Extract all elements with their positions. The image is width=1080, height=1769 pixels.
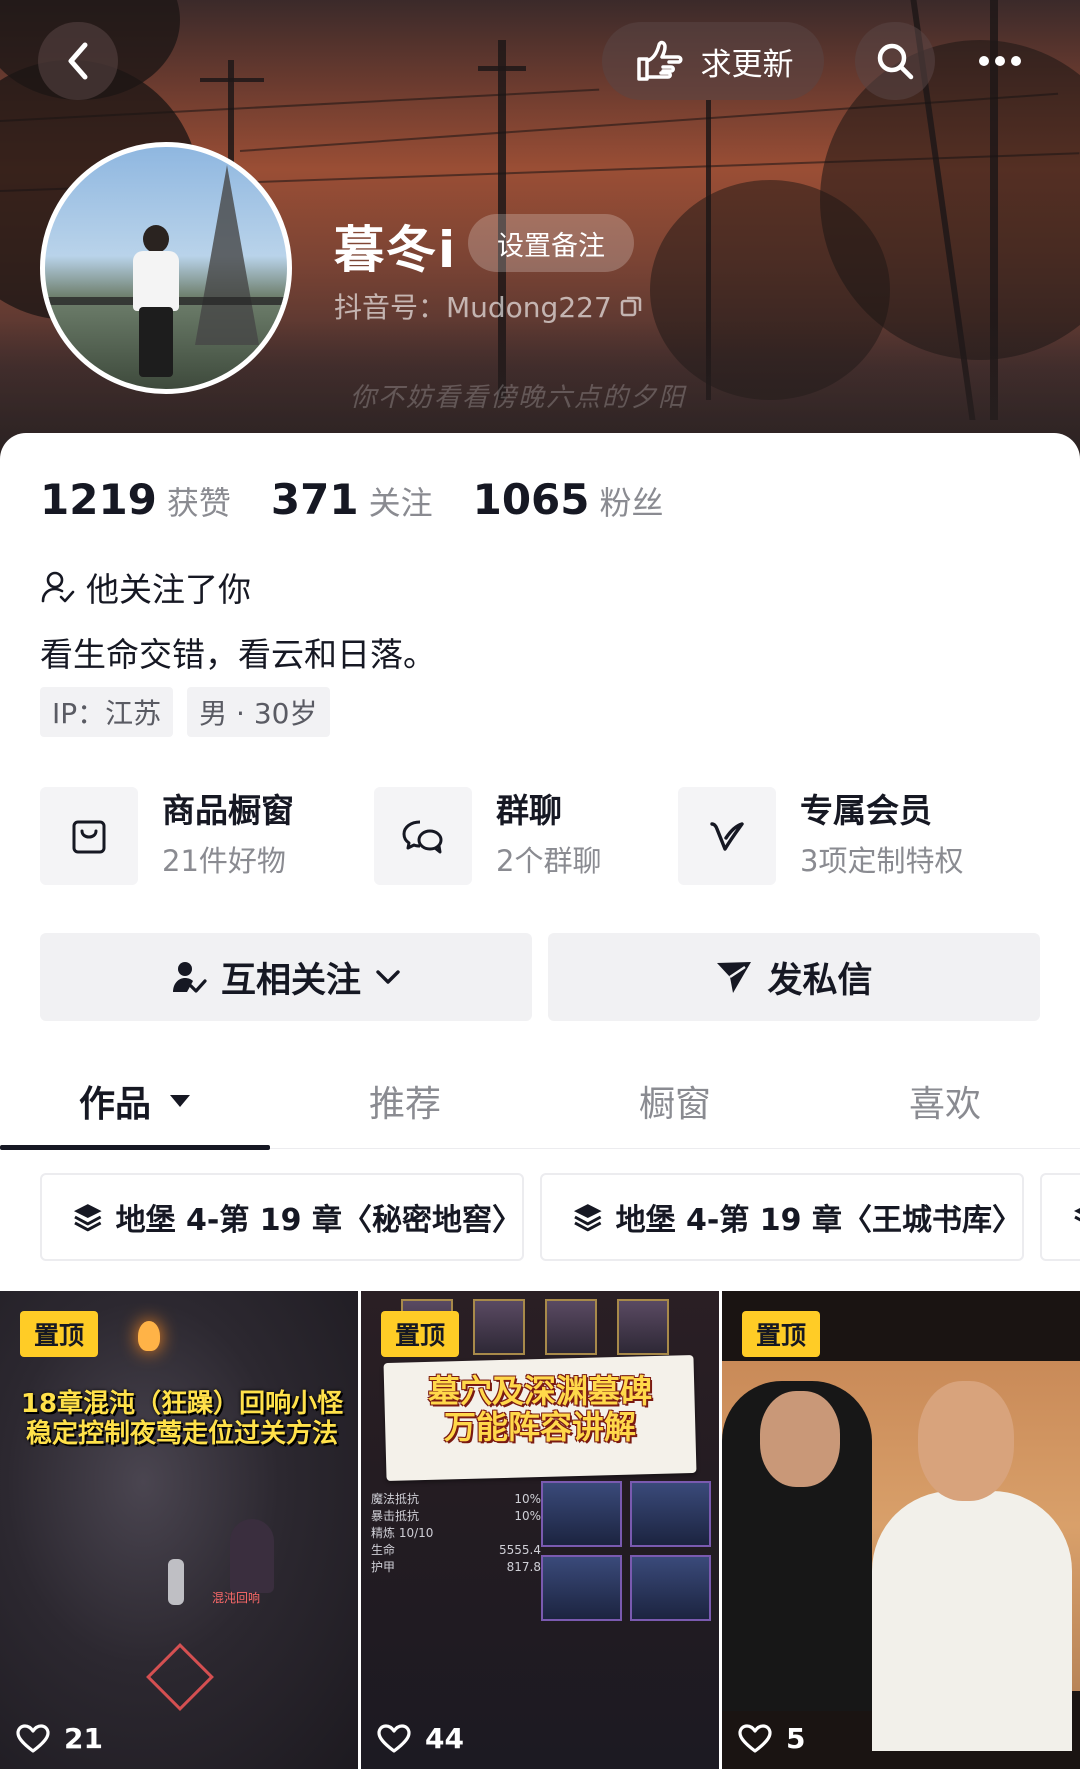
stat-following[interactable]: 371 关注 bbox=[271, 475, 433, 524]
layers-icon bbox=[573, 1204, 602, 1232]
video-thumbnail[interactable]: 混沌回响 18章混沌（狂躁）回响小怪 稳定控制夜莺走位过关方法 置顶 21 bbox=[0, 1291, 358, 1769]
vip-v-icon-box bbox=[678, 787, 776, 885]
search-button[interactable] bbox=[855, 22, 935, 100]
pinned-badge: 置顶 bbox=[381, 1311, 459, 1357]
stat-followers-count: 1065 bbox=[472, 475, 590, 524]
layers-icon bbox=[73, 1204, 102, 1232]
send-plane-icon bbox=[717, 962, 752, 993]
stat-followers-label: 粉丝 bbox=[599, 484, 664, 522]
more-button[interactable] bbox=[960, 22, 1040, 100]
profile-sheet: 1219 获赞 371 关注 1065 粉丝 他关注了你 看生命交错，看云和日落… bbox=[0, 433, 1080, 1769]
tab-active-underline bbox=[0, 1145, 270, 1150]
follows-you-text: 他关注了你 bbox=[86, 570, 251, 609]
vip-v-icon bbox=[710, 822, 744, 851]
service-vip[interactable]: 专属会员 3项定制特权 bbox=[678, 786, 963, 886]
chat-bubbles-icon-box bbox=[374, 787, 472, 885]
tab-works-label: 作品 bbox=[78, 1084, 151, 1125]
stat-following-count: 371 bbox=[270, 475, 359, 524]
mutual-follow-label: 互相关注 bbox=[220, 960, 361, 1001]
chat-bubbles-icon bbox=[402, 820, 443, 854]
heart-icon bbox=[377, 1723, 411, 1753]
user-check-icon bbox=[172, 962, 207, 993]
video-likes: 44 bbox=[377, 1722, 464, 1755]
set-remark-button[interactable]: 设置备注 bbox=[468, 214, 634, 272]
tab-recommend[interactable]: 推荐 bbox=[270, 1053, 540, 1149]
services-row: 商品橱窗 21件好物 群聊 2个群聊 专属会员 3项定制特权 bbox=[40, 786, 1040, 886]
pinned-badge: 置顶 bbox=[20, 1311, 98, 1357]
send-message-button[interactable]: 发私信 bbox=[548, 933, 1040, 1021]
douyin-id[interactable]: 抖音号：Mudong227 bbox=[334, 286, 642, 326]
tab-shop-window[interactable]: 橱窗 bbox=[540, 1053, 810, 1149]
collection-chip-label: 地堡 4-第 19 章〈秘密地窖〉 bbox=[115, 1203, 522, 1238]
cover-caption: 你不妨看看傍晚六点的夕阳 bbox=[350, 383, 687, 413]
follows-you-indicator: 他关注了你 bbox=[40, 563, 251, 611]
video-likes-count: 5 bbox=[786, 1722, 806, 1755]
video-likes-count: 21 bbox=[64, 1722, 103, 1755]
service-shop-window-sub: 21件好物 bbox=[162, 844, 286, 878]
gender-age-tag: 男 · 30岁 bbox=[187, 687, 330, 737]
service-group-chat-title: 群聊 bbox=[496, 791, 562, 830]
pointing-hand-icon bbox=[636, 40, 683, 81]
stat-following-label: 关注 bbox=[368, 484, 433, 522]
collection-chip-overflow[interactable] bbox=[1040, 1173, 1080, 1261]
video-title: 18章混沌（狂躁）回响小怪 稳定控制夜莺走位过关方法 bbox=[20, 1389, 344, 1449]
layers-icon bbox=[1074, 1208, 1080, 1222]
service-vip-sub: 3项定制特权 bbox=[800, 844, 964, 878]
service-group-chat[interactable]: 群聊 2个群聊 bbox=[374, 786, 601, 886]
tab-works[interactable]: 作品 bbox=[0, 1053, 270, 1150]
douyin-id-text: 抖音号：Mudong227 bbox=[334, 291, 612, 324]
request-update-button[interactable]: 求更新 bbox=[602, 22, 824, 100]
more-dots-icon bbox=[979, 56, 1021, 66]
mutual-follow-button[interactable]: 互相关注 bbox=[40, 933, 532, 1021]
collection-chip[interactable]: 地堡 4-第 19 章〈王城书库〉 bbox=[540, 1173, 1024, 1261]
collection-chip[interactable]: 地堡 4-第 19 章〈秘密地窖〉 bbox=[40, 1173, 524, 1261]
copy-icon[interactable] bbox=[620, 295, 642, 317]
service-shop-window-title: 商品橱窗 bbox=[162, 791, 294, 830]
video-grid: 混沌回响 18章混沌（狂躁）回响小怪 稳定控制夜莺走位过关方法 置顶 21 墓穴… bbox=[0, 1291, 1080, 1769]
stat-likes[interactable]: 1219 获赞 bbox=[40, 475, 231, 524]
user-follow-icon bbox=[41, 571, 75, 603]
shopping-bag-icon-box bbox=[40, 787, 138, 885]
video-likes: 5 bbox=[738, 1722, 805, 1755]
shopping-bag-icon bbox=[72, 820, 106, 854]
service-group-chat-sub: 2个群聊 bbox=[496, 844, 602, 878]
heart-icon bbox=[16, 1723, 50, 1753]
profile-tags: IP：江苏 男 · 30岁 bbox=[40, 687, 330, 737]
avatar[interactable] bbox=[40, 142, 292, 394]
stat-likes-count: 1219 bbox=[40, 475, 157, 524]
collections-row: 地堡 4-第 19 章〈秘密地窖〉 地堡 4-第 19 章〈王城书库〉 bbox=[40, 1173, 1080, 1261]
service-vip-title: 专属会员 bbox=[800, 791, 932, 830]
stat-followers[interactable]: 1065 粉丝 bbox=[473, 475, 664, 524]
chevron-left-icon bbox=[68, 42, 88, 80]
chevron-down-icon bbox=[376, 970, 400, 984]
ip-tag: IP：江苏 bbox=[40, 687, 174, 737]
content-tabs: 作品 推荐 橱窗 喜欢 bbox=[0, 1053, 1080, 1150]
request-update-label: 求更新 bbox=[700, 46, 794, 83]
video-likes-count: 44 bbox=[425, 1722, 464, 1755]
video-likes: 21 bbox=[16, 1722, 103, 1755]
back-button[interactable] bbox=[38, 22, 118, 100]
tab-likes[interactable]: 喜欢 bbox=[810, 1053, 1080, 1149]
send-message-label: 发私信 bbox=[767, 960, 873, 1001]
video-title: 墓穴及深渊墓碑 万能阵容讲解 bbox=[427, 1372, 652, 1446]
pinned-badge: 置顶 bbox=[742, 1311, 820, 1357]
service-shop-window[interactable]: 商品橱窗 21件好物 bbox=[40, 786, 294, 886]
video-thumbnail[interactable]: 墓穴及深渊墓碑 万能阵容讲解 魔法抵抗 10% 暴击抵抗 10% 精炼 10/10 … bbox=[361, 1291, 719, 1769]
caret-down-icon bbox=[170, 1095, 190, 1107]
username: 暮冬i bbox=[334, 221, 458, 279]
collection-chip-label: 地堡 4-第 19 章〈王城书库〉 bbox=[615, 1203, 1022, 1238]
action-buttons: 互相关注 发私信 bbox=[40, 933, 1040, 1021]
video-thumbnail[interactable]: 置顶 5 bbox=[722, 1291, 1080, 1769]
search-icon bbox=[877, 43, 914, 80]
stats-row: 1219 获赞 371 关注 1065 粉丝 bbox=[40, 475, 704, 524]
stat-likes-label: 获赞 bbox=[166, 484, 231, 522]
heart-icon bbox=[738, 1723, 772, 1753]
bio: 看生命交错，看云和日落。 bbox=[40, 635, 436, 674]
